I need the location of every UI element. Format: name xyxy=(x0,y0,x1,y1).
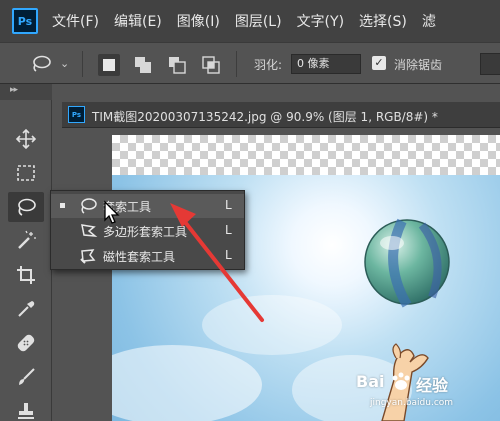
add-selection-icon xyxy=(135,57,151,73)
flyout-item-shortcut: L xyxy=(225,248,232,262)
flyout-item-magnetic-lasso-tool[interactable]: 磁性套索工具 L xyxy=(51,244,244,268)
crop-icon xyxy=(17,266,35,284)
lasso-tool-flyout: 套索工具 L 多边形套索工具 L 磁性套索工具 L xyxy=(50,190,245,270)
tools-panel-header[interactable]: ▸▸ xyxy=(0,84,52,100)
menu-type[interactable]: 文字(Y) xyxy=(297,11,344,31)
menu-filter[interactable]: 滤 xyxy=(422,11,436,31)
marquee-tool[interactable] xyxy=(8,158,44,188)
menu-image[interactable]: 图像(I) xyxy=(177,11,220,31)
divider xyxy=(82,51,83,77)
watermark-brand: Bai xyxy=(356,372,385,391)
move-tool[interactable] xyxy=(8,124,44,154)
brush-tool[interactable] xyxy=(8,362,44,392)
crop-tool[interactable] xyxy=(8,260,44,290)
watermark-brand-cn: 经验 xyxy=(416,376,449,395)
new-selection-button[interactable] xyxy=(98,54,120,76)
flyout-item-shortcut: L xyxy=(225,198,232,212)
add-to-selection-button[interactable] xyxy=(132,54,154,76)
flyout-item-shortcut: L xyxy=(225,223,232,237)
tools-panel: ▸▸ xyxy=(0,84,52,421)
menu-layer[interactable]: 图层(L) xyxy=(235,11,282,31)
marquee-icon xyxy=(17,165,35,181)
mouse-cursor-icon xyxy=(104,200,120,224)
flyout-item-polygonal-lasso-tool[interactable]: 多边形套索工具 L xyxy=(51,219,244,243)
move-icon xyxy=(15,128,37,150)
chevron-down-icon[interactable]: ⌄ xyxy=(60,57,69,70)
cloud xyxy=(112,345,262,421)
options-bar: ⌄ 羽化: 0 像素 ✓ 消除锯齿 xyxy=(0,42,500,84)
lasso-preset-icon[interactable] xyxy=(30,54,52,74)
new-selection-icon xyxy=(103,59,115,71)
antialias-checkbox[interactable]: ✓ xyxy=(372,56,386,70)
menu-edit[interactable]: 编辑(E) xyxy=(114,11,162,31)
collapse-icon[interactable]: ▸▸ xyxy=(10,85,18,95)
menu-file[interactable]: 文件(F) xyxy=(52,11,99,31)
feather-label: 羽化: xyxy=(254,58,283,72)
document-ps-icon: Ps xyxy=(68,106,85,123)
paw-icon xyxy=(392,372,410,390)
baidu-jingyan-watermark: Bai 经验 jingyan.baidu.com xyxy=(356,372,496,416)
subtract-from-selection-button[interactable] xyxy=(166,54,188,76)
feather-input[interactable]: 0 像素 xyxy=(291,54,361,74)
menu-select[interactable]: 选择(S) xyxy=(359,11,407,31)
clone-stamp-tool[interactable] xyxy=(8,396,44,421)
eyedropper-tool[interactable] xyxy=(8,294,44,324)
ball-illustration xyxy=(364,218,450,308)
magic-wand-icon xyxy=(18,230,36,249)
document-title: TIM截图20200307135242.jpg @ 90.9% (图层 1, R… xyxy=(92,110,438,124)
healing-brush-tool[interactable] xyxy=(8,328,44,358)
magnetic-lasso-icon xyxy=(80,249,96,264)
brush-icon xyxy=(19,368,35,385)
divider xyxy=(236,51,237,77)
menu-bar: Ps 文件(F) 编辑(E) 图像(I) 图层(L) 文字(Y) 选择(S) 滤 xyxy=(0,0,500,42)
healing-brush-icon xyxy=(17,334,35,352)
eyedropper-icon xyxy=(18,301,35,317)
lasso-tool[interactable] xyxy=(8,192,44,222)
clone-stamp-icon xyxy=(18,403,34,419)
cloud xyxy=(202,295,342,355)
document-tab[interactable]: Ps TIM截图20200307135242.jpg @ 90.9% (图层 1… xyxy=(62,102,500,128)
magic-wand-tool[interactable] xyxy=(8,226,44,256)
polygonal-lasso-icon xyxy=(81,224,98,237)
watermark-url: jingyan.baidu.com xyxy=(370,398,454,408)
subtract-selection-icon xyxy=(169,57,186,74)
intersect-selection-button[interactable] xyxy=(200,54,222,76)
antialias-label: 消除锯齿 xyxy=(394,58,443,72)
lasso-icon xyxy=(81,198,97,214)
selected-indicator xyxy=(60,203,65,208)
photoshop-logo-icon: Ps xyxy=(12,8,38,34)
lasso-icon xyxy=(18,198,36,216)
flyout-item-label: 磁性套索工具 xyxy=(103,250,176,264)
flyout-item-lasso-tool[interactable]: 套索工具 L xyxy=(51,194,244,218)
intersect-selection-icon xyxy=(202,56,220,74)
select-and-mask-button[interactable] xyxy=(480,53,500,75)
